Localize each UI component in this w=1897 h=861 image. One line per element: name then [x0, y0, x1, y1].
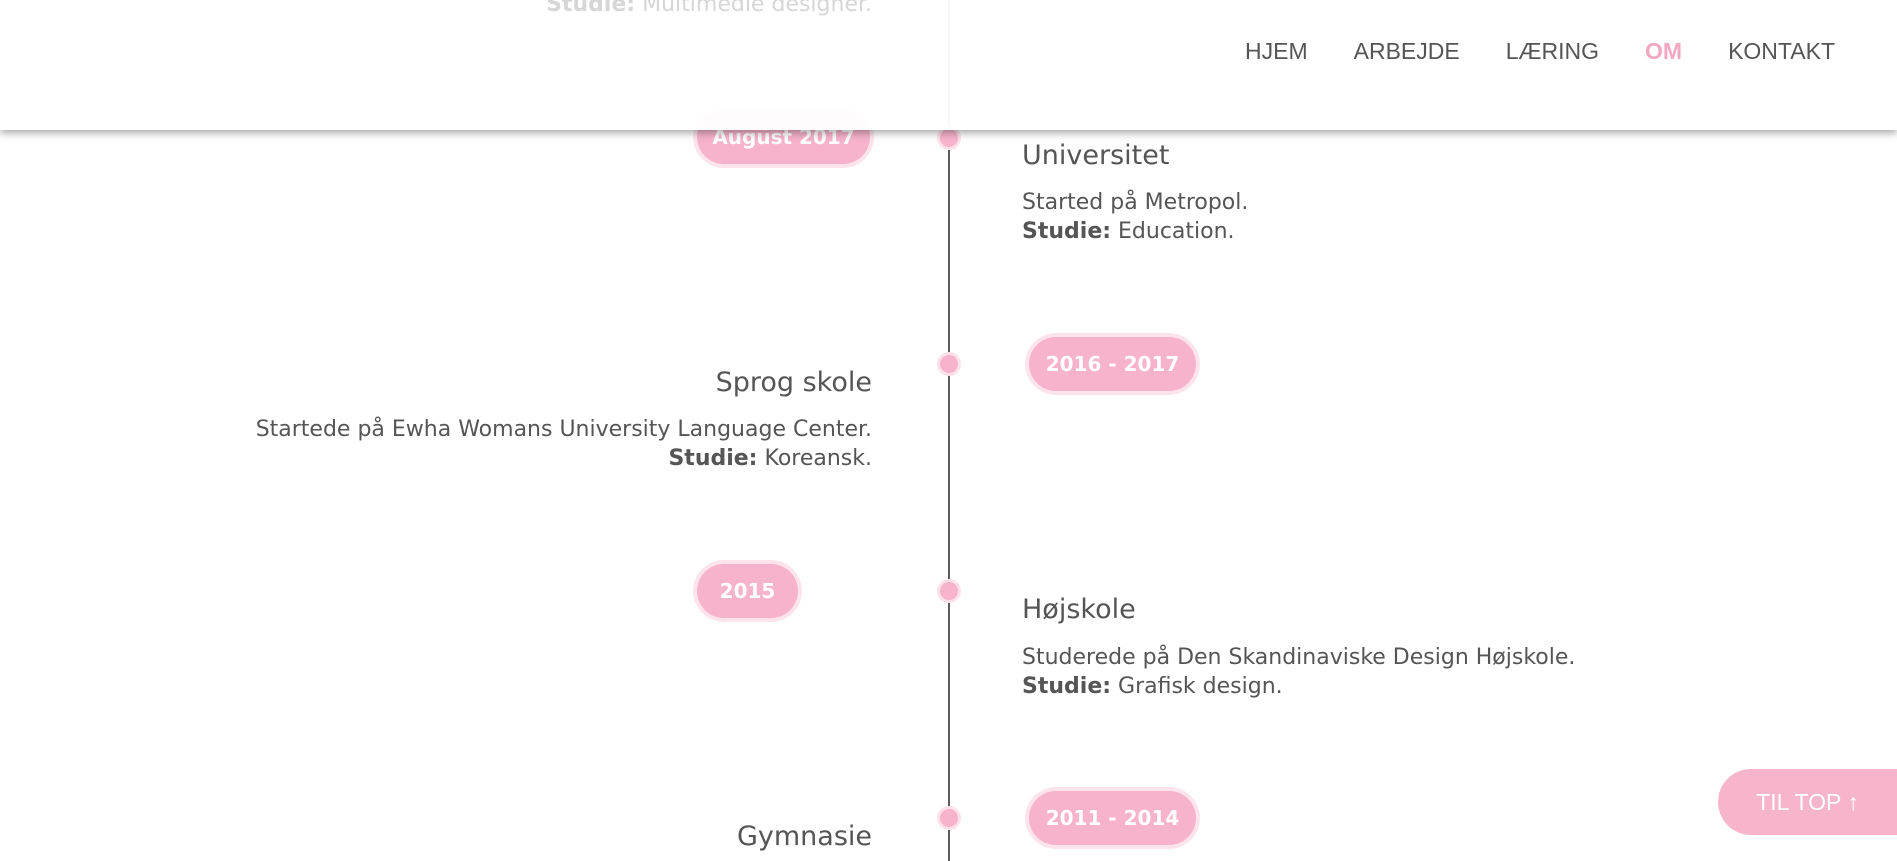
- faded-studie-text: Studie: Multimedie designer.: [546, 0, 872, 17]
- timeline-line1: Studerede på Den Skandinaviske Design Hø…: [1022, 645, 1576, 670]
- nav-item-kontakt[interactable]: KONTAKT: [1728, 38, 1835, 65]
- timeline-date-badge: 2015: [697, 564, 798, 618]
- studie-label: Studie:: [668, 446, 758, 471]
- timeline-description: Startede på Ewha Womans University Langu…: [256, 415, 872, 473]
- studie-value: Grafisk design.: [1118, 674, 1283, 699]
- timeline-title: Sprog skole: [715, 367, 872, 398]
- timeline-studie: Studie: Koreansk.: [256, 444, 872, 473]
- timeline-date: 2015: [719, 579, 776, 603]
- timeline-line1: Started på Metropol.: [1022, 190, 1249, 215]
- about-page: August 2017 Universitet Started på Metro…: [0, 0, 1897, 861]
- nav-item-arbejde[interactable]: ARBEJDE: [1354, 38, 1460, 65]
- timeline-dot: [940, 129, 958, 147]
- studie-label: Studie:: [1022, 674, 1112, 699]
- studie-label: Studie:: [1022, 219, 1112, 244]
- timeline-studie: Studie: Grafisk design.: [1022, 672, 1575, 701]
- timeline-description: Studerede på Den Skandinaviske Design Hø…: [1022, 643, 1575, 701]
- studie-value: Multimedie designer.: [642, 0, 872, 17]
- timeline-date-badge: 2016 - 2017: [1029, 337, 1196, 391]
- studie-label: Studie:: [546, 0, 636, 17]
- timeline-title: Højskole: [1022, 594, 1136, 625]
- studie-value: Koreansk.: [764, 446, 872, 471]
- timeline-date: 2011 - 2014: [1045, 806, 1180, 830]
- timeline-studie: Studie: Education.: [1022, 217, 1248, 246]
- nav-item-laering[interactable]: LÆRING: [1506, 38, 1599, 65]
- timeline-dot: [940, 355, 958, 373]
- nav-item-hjem[interactable]: HJEM: [1245, 38, 1308, 65]
- timeline-title: Gymnasie: [736, 821, 872, 852]
- site-header: Studie: Multimedie designer. HJEM ARBEJD…: [0, 0, 1897, 130]
- main-nav: HJEM ARBEJDE LÆRING OM KONTAKT: [1245, 38, 1835, 65]
- timeline-date-badge: 2011 - 2014: [1029, 791, 1196, 845]
- timeline-dot: [940, 809, 958, 827]
- nav-item-om[interactable]: OM: [1645, 38, 1682, 65]
- timeline-dot: [940, 582, 958, 600]
- to-top-button[interactable]: TIL TOP ↑: [1718, 769, 1897, 835]
- timeline-line1: Startede på Ewha Womans University Langu…: [255, 417, 872, 442]
- timeline-title: Universitet: [1022, 140, 1170, 171]
- timeline-description: Started på Metropol. Studie: Education.: [1022, 188, 1248, 246]
- studie-value: Education.: [1118, 219, 1235, 244]
- timeline-date: 2016 - 2017: [1045, 352, 1180, 376]
